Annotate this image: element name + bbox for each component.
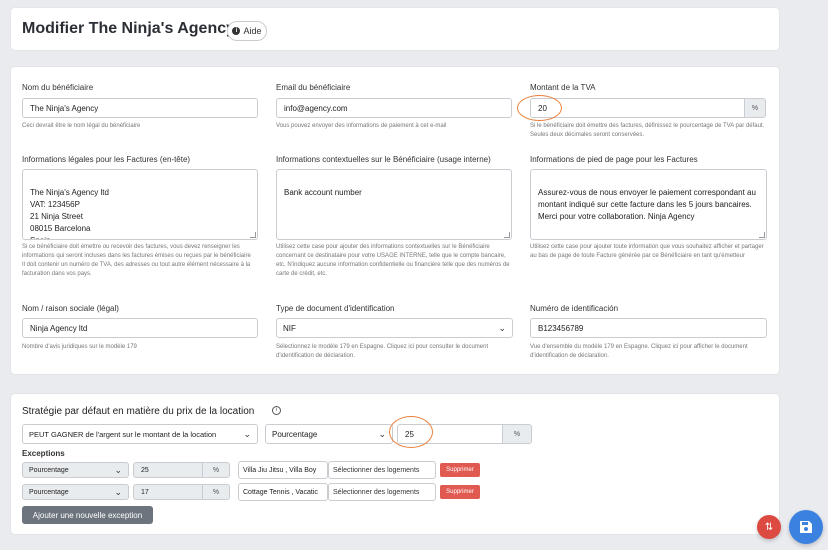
page-header: Modifier The Ninja's Agency i Aide	[11, 8, 779, 50]
delete-exception-button[interactable]: Supprimer	[440, 485, 480, 499]
sort-arrows-icon: ⇅	[764, 521, 774, 533]
footer-info-label: Informations de pied de page pour les Fa…	[530, 155, 698, 164]
context-info-help: Utilisez cette case pour ajouter des inf…	[276, 244, 510, 277]
id-number-input[interactable]: B123456789	[530, 318, 767, 338]
exception-lodgings-tags[interactable]: Villa Jiu Jitsu , Villa Boy	[238, 461, 328, 479]
save-fab-button[interactable]	[789, 510, 823, 544]
chevron-down-icon: ⌄	[378, 428, 386, 439]
context-info-label: Informations contextuelles sur le Bénéfi…	[276, 155, 491, 164]
vat-input[interactable]: 20	[530, 98, 745, 118]
save-icon	[800, 521, 812, 533]
exception-value-input[interactable]: 17	[133, 484, 203, 500]
chevron-down-icon: ⌄	[243, 428, 251, 439]
page-title: Modifier The Ninja's Agency	[22, 20, 236, 37]
chevron-down-icon: ⌄	[114, 486, 122, 497]
legal-info-textarea[interactable]: The Ninja's Agency ltd VAT: 123456P 21 N…	[22, 169, 258, 240]
exception-lodgings-tags[interactable]: Cottage Tennis , Vacatic	[238, 483, 328, 501]
chevron-down-icon: ⌄	[114, 464, 122, 475]
resize-handle-icon[interactable]	[504, 232, 510, 238]
exception-percent-addon: %	[202, 462, 230, 478]
info-icon[interactable]: i	[272, 406, 281, 415]
legal-info-help: Si ce bénéficiaire doit émettre ou recev…	[22, 244, 251, 277]
select-lodgings-input[interactable]: Sélectionner des logements	[328, 461, 436, 479]
exception-value-input[interactable]: 25	[133, 462, 203, 478]
id-number-help: Vue d'ensemble du modèle 179 en Espagne.…	[530, 344, 748, 359]
name-input[interactable]: The Ninja's Agency	[22, 98, 258, 118]
sort-fab-button[interactable]: ⇅	[757, 515, 781, 539]
resize-handle-icon[interactable]	[250, 232, 256, 238]
chevron-down-icon: ⌄	[498, 322, 506, 333]
vat-label: Montant de la TVA	[530, 83, 596, 92]
exception-type-select[interactable]: Pourcentage ⌄	[22, 462, 129, 478]
footer-info-help: Utilisez cette case pour ajouter toute i…	[530, 244, 764, 259]
add-exception-button[interactable]: Ajouter une nouvelle exception	[22, 506, 153, 524]
footer-info-textarea[interactable]: Assurez-vous de nous envoyer le paiement…	[530, 169, 767, 240]
context-info-text: Bank account number	[284, 188, 362, 197]
id-type-label: Type de document d'identification	[276, 304, 395, 313]
legal-name-input[interactable]: Ninja Agency ltd	[22, 318, 258, 338]
id-type-value: NIF	[283, 323, 296, 333]
email-label: Email du bénéficiaire	[276, 83, 351, 92]
strategy-title: Stratégie par défaut en matière du prix …	[22, 406, 255, 417]
strategy-percent-addon: %	[502, 424, 532, 444]
help-button-label: Aide	[243, 26, 262, 36]
id-type-help: Sélectionnez le modèle 179 en Espagne. C…	[276, 344, 489, 359]
strategy-type-value: Pourcentage	[272, 429, 318, 439]
footer-info-text: Assurez-vous de nous envoyer le paiement…	[538, 188, 756, 221]
id-type-select[interactable]: NIF ⌄	[276, 318, 513, 338]
resize-handle-icon[interactable]	[759, 232, 765, 238]
pricing-strategy-section: Stratégie par défaut en matière du prix …	[11, 394, 779, 534]
vat-help: Si le bénéficiaire doit émettre des fact…	[530, 123, 765, 138]
email-input[interactable]: info@agency.com	[276, 98, 512, 118]
strategy-type-select[interactable]: Pourcentage ⌄	[265, 424, 393, 444]
info-icon: i	[232, 27, 241, 35]
exception-type-select[interactable]: Pourcentage ⌄	[22, 484, 129, 500]
id-number-label: Numéro de identificación	[530, 304, 619, 313]
legal-info-label: Informations légales pour les Factures (…	[22, 155, 191, 164]
name-label: Nom du bénéficiaire	[22, 83, 94, 92]
select-lodgings-input[interactable]: Sélectionner des logements	[328, 483, 436, 501]
delete-exception-button[interactable]: Supprimer	[440, 463, 480, 477]
beneficiary-form: Nom du bénéficiaire The Ninja's Agency C…	[11, 67, 779, 374]
strategy-value-input[interactable]: 25	[397, 424, 503, 444]
context-info-textarea[interactable]: Bank account number	[276, 169, 512, 240]
legal-name-label: Nom / raison sociale (légal)	[22, 304, 119, 313]
vat-percent-addon: %	[744, 98, 766, 118]
exception-type-value: Pourcentage	[29, 466, 69, 474]
help-button[interactable]: i Aide	[227, 21, 267, 41]
name-help: Ceci devrait être le nom légal du bénéfi…	[22, 123, 141, 129]
email-help: Vous pouvez envoyer des informations de …	[276, 123, 447, 129]
strategy-mode-value: PEUT GAGNER de l'argent sur le montant d…	[29, 429, 217, 439]
exceptions-label: Exceptions	[22, 449, 65, 458]
legal-info-text: The Ninja's Agency ltd VAT: 123456P 21 N…	[30, 188, 109, 239]
strategy-mode-select[interactable]: PEUT GAGNER de l'argent sur le montant d…	[22, 424, 258, 444]
exception-percent-addon: %	[202, 484, 230, 500]
exception-type-value: Pourcentage	[29, 488, 69, 496]
legal-name-help: Nombre d'avis juridiques sur le modèle 1…	[22, 344, 137, 350]
